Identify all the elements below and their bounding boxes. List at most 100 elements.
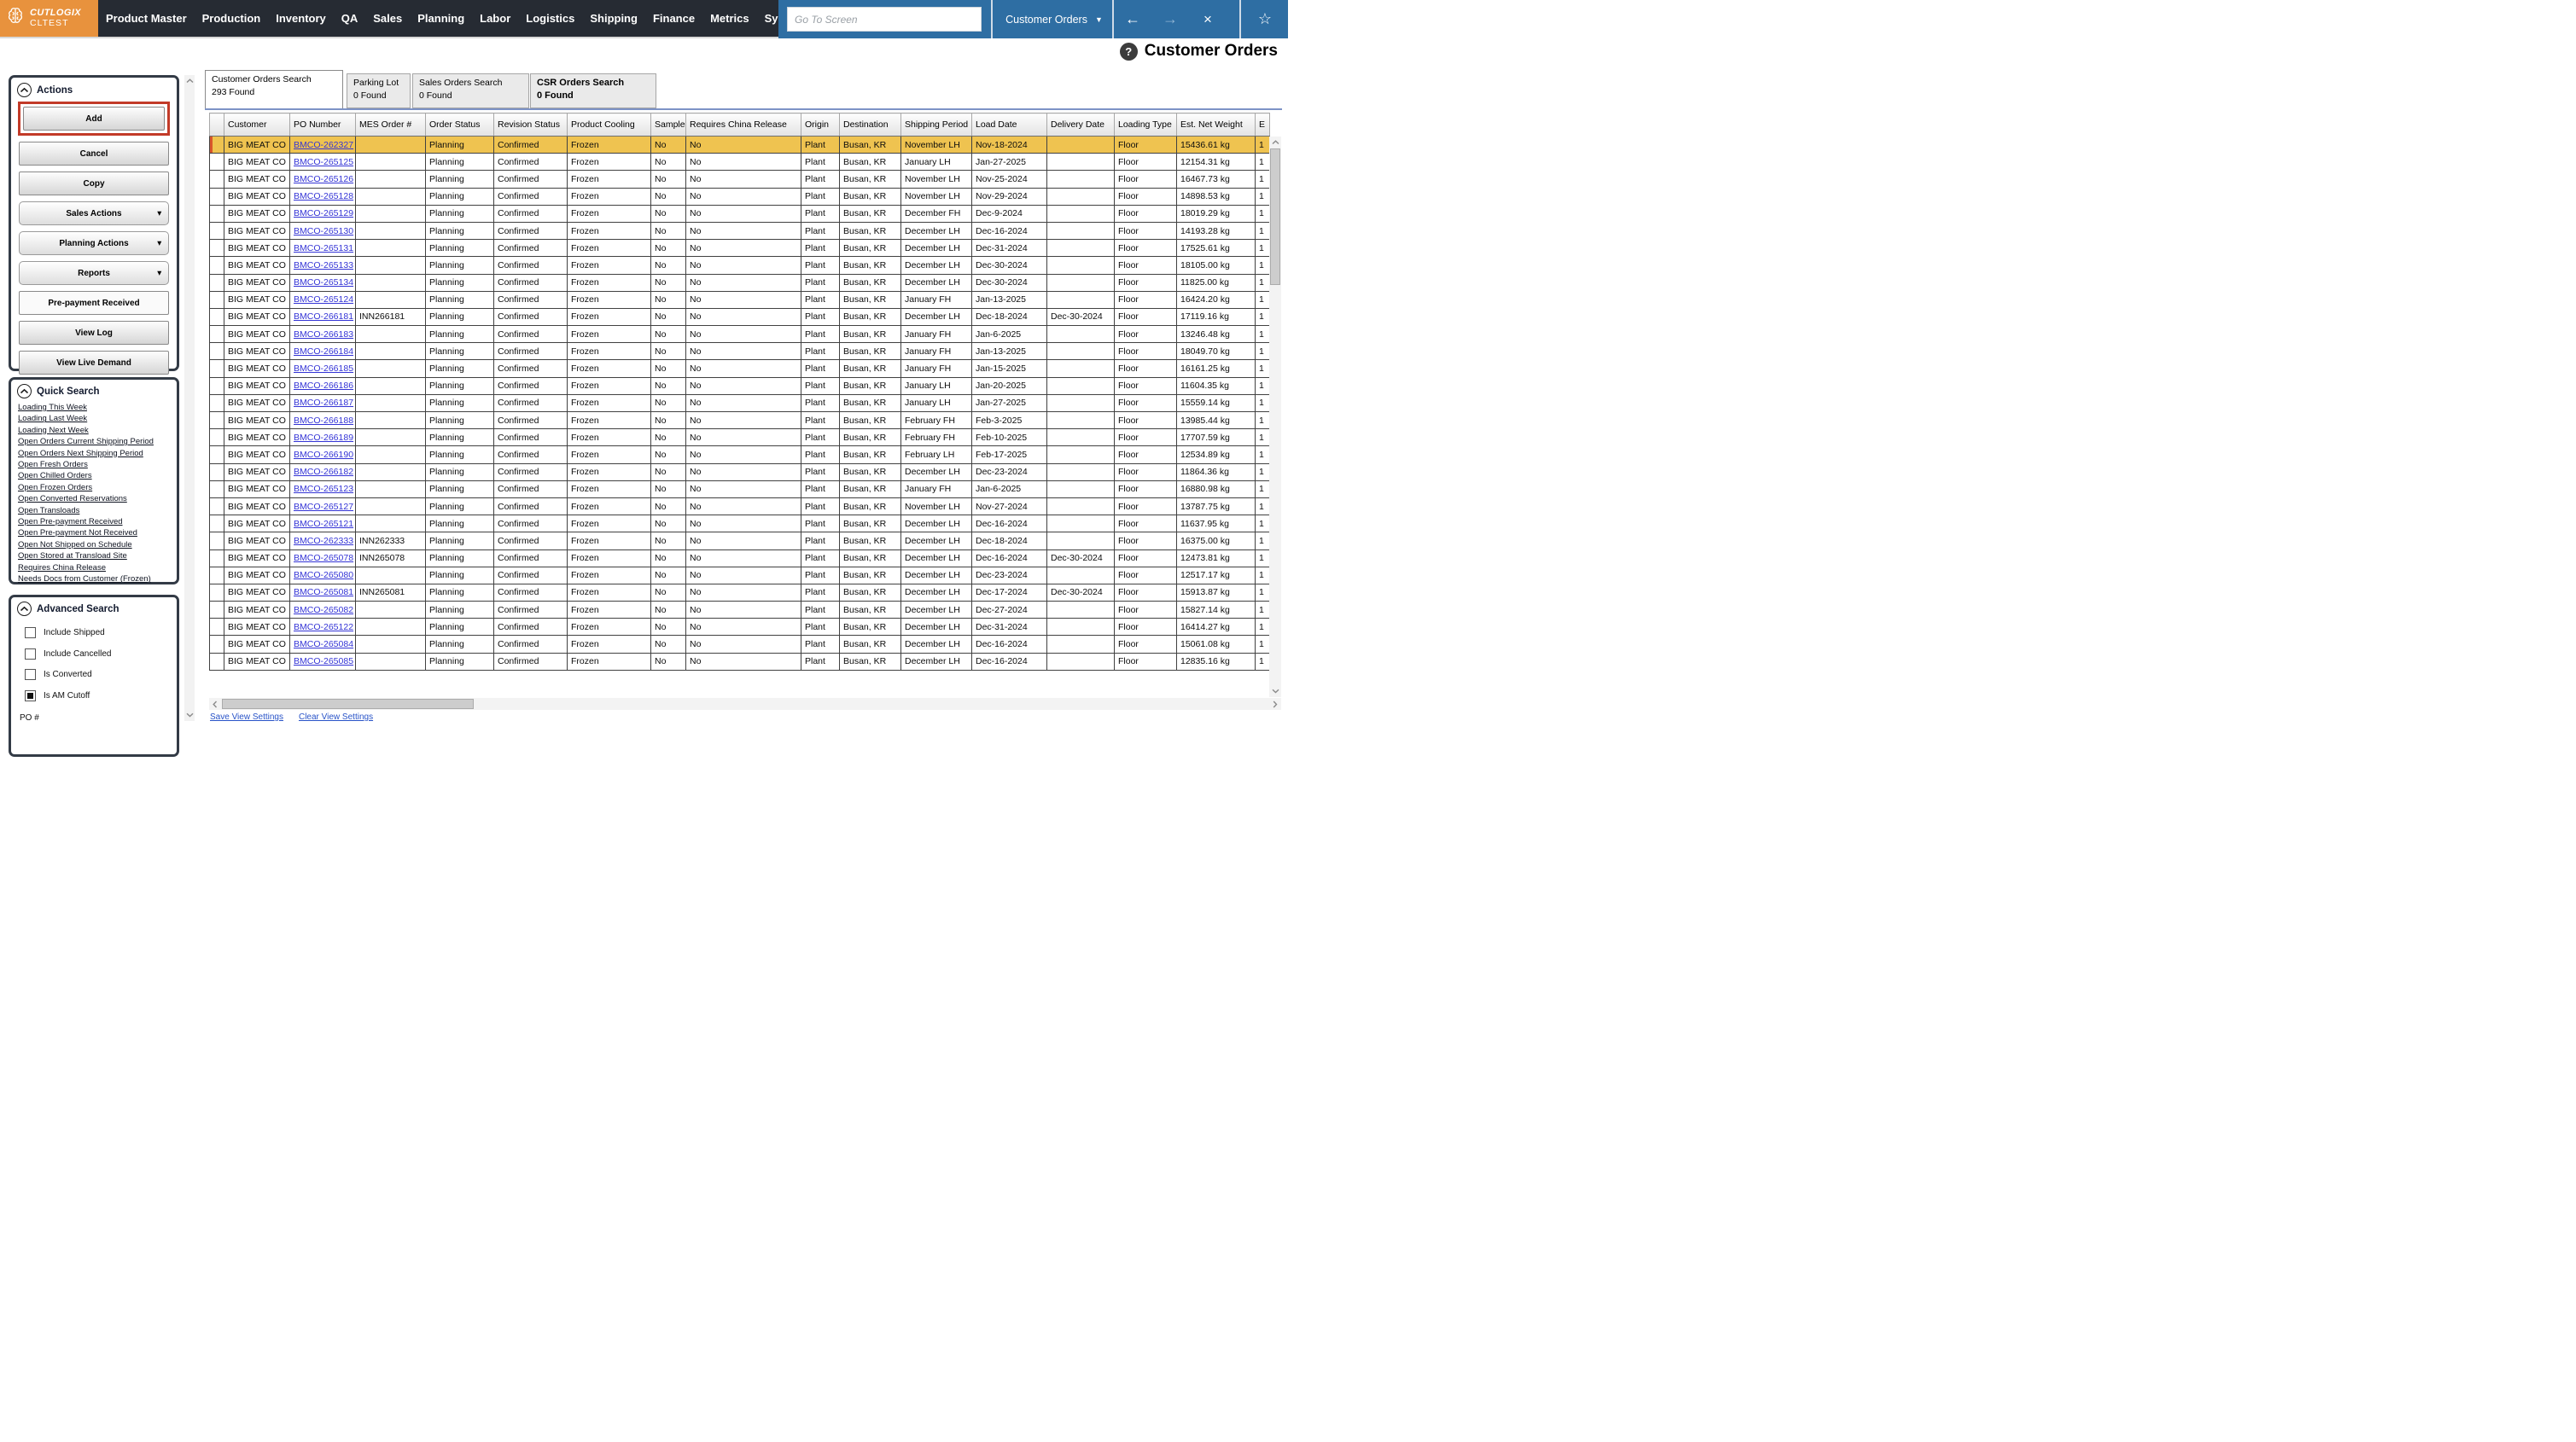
view-live-demand-button[interactable]: View Live Demand: [19, 351, 169, 375]
table-row[interactable]: BIG MEAT CO BMCO-266186 Planning Confirmed F…: [209, 376, 1270, 395]
po-number-link[interactable]: BMCO-265126: [294, 174, 353, 184]
table-row[interactable]: BIG MEAT CO BMCO-266187 Planning Confirmed F…: [209, 393, 1270, 413]
quick-search-link[interactable]: Loading Last Week: [18, 413, 177, 424]
scroll-down-icon[interactable]: [184, 710, 195, 720]
quick-search-link[interactable]: Needs Docs from Customer (Frozen): [18, 573, 177, 584]
table-row[interactable]: BIG MEAT CO BMCO-265126 Planning Confirmed F…: [209, 170, 1270, 189]
po-number-link[interactable]: BMCO-265124: [294, 294, 353, 305]
table-row[interactable]: BIG MEAT CO BMCO-265129 Planning Confirmed F…: [209, 204, 1270, 223]
menu-item-sales[interactable]: Sales: [365, 12, 410, 25]
column-header-revision-status[interactable]: Revision Status: [493, 113, 568, 137]
table-row[interactable]: BIG MEAT CO BMCO-265131 Planning Confirmed F…: [209, 239, 1270, 258]
row-selector-cell[interactable]: [209, 221, 224, 241]
table-row[interactable]: BIG MEAT CO BMCO-262333 INN262333 Planning C…: [209, 532, 1270, 550]
include-shipped-checkbox[interactable]: [25, 627, 36, 638]
row-selector-cell[interactable]: [209, 515, 224, 533]
row-selector-cell[interactable]: [209, 153, 224, 172]
back-arrow-icon[interactable]: ←: [1118, 0, 1147, 38]
row-selector-cell[interactable]: [209, 445, 224, 464]
row-selector-cell[interactable]: [209, 428, 224, 447]
column-header-delivery-date[interactable]: Delivery Date: [1046, 113, 1115, 137]
table-row[interactable]: BIG MEAT CO BMCO-266183 Planning Confirmed F…: [209, 325, 1270, 344]
scroll-down-icon[interactable]: [1270, 686, 1280, 696]
planning-actions-button[interactable]: Planning Actions ▾: [19, 231, 169, 255]
po-number-link[interactable]: BMCO-265129: [294, 208, 353, 218]
po-number-link[interactable]: BMCO-266187: [294, 398, 353, 408]
tab-sales-orders-search[interactable]: Sales Orders Search 0 Found: [412, 73, 529, 108]
scroll-up-icon[interactable]: [184, 76, 195, 86]
quick-search-link[interactable]: Open Frozen Orders: [18, 482, 177, 493]
tab-csr-orders-search[interactable]: CSR Orders Search 0 Found: [530, 73, 656, 108]
row-selector-cell[interactable]: [209, 480, 224, 498]
table-row[interactable]: BIG MEAT CO BMCO-265133 Planning Confirmed F…: [209, 256, 1270, 275]
sidebar-scrollbar[interactable]: [184, 75, 195, 721]
menu-item-labor[interactable]: Labor: [472, 12, 518, 25]
menu-item-production[interactable]: Production: [195, 12, 269, 25]
row-selector-cell[interactable]: [209, 652, 224, 671]
column-header-est-net-weight[interactable]: Est. Net Weight: [1176, 113, 1256, 137]
table-row[interactable]: BIG MEAT CO BMCO-265121 Planning Confirmed F…: [209, 515, 1270, 533]
menu-item-metrics[interactable]: Metrics: [702, 12, 757, 25]
table-row[interactable]: BIG MEAT CO BMCO-265125 Planning Confirmed F…: [209, 153, 1270, 172]
row-selector-cell[interactable]: [209, 239, 224, 258]
row-selector-cell[interactable]: [209, 256, 224, 275]
help-icon[interactable]: ?: [1119, 42, 1138, 61]
po-number-link[interactable]: BMCO-266181: [294, 311, 353, 322]
po-number-link[interactable]: BMCO-266186: [294, 381, 353, 391]
row-selector-cell[interactable]: [209, 204, 224, 223]
row-selector-cell[interactable]: [209, 290, 224, 309]
column-header-e[interactable]: E: [1255, 113, 1270, 137]
menu-item-shipping[interactable]: Shipping: [582, 12, 645, 25]
table-row[interactable]: BIG MEAT CO BMCO-265124 Planning Confirmed F…: [209, 290, 1270, 309]
quick-search-link[interactable]: Loading This Week: [18, 402, 177, 413]
table-row[interactable]: BIG MEAT CO BMCO-265078 INN265078 Planning C…: [209, 549, 1270, 567]
po-number-link[interactable]: BMCO-265125: [294, 157, 353, 167]
table-row[interactable]: BIG MEAT CO BMCO-265128 Planning Confirmed F…: [209, 187, 1270, 206]
row-selector-cell[interactable]: [209, 618, 224, 637]
menu-item-logistics[interactable]: Logistics: [518, 12, 582, 25]
column-header-load-date[interactable]: Load Date: [971, 113, 1047, 137]
column-header-requires-china-release[interactable]: Requires China Release: [685, 113, 801, 137]
table-row[interactable]: BIG MEAT CO BMCO-266190 Planning Confirmed F…: [209, 445, 1270, 464]
row-selector-cell[interactable]: [209, 273, 224, 292]
column-header-selector[interactable]: [209, 113, 224, 137]
po-number-link[interactable]: BMCO-265130: [294, 226, 353, 236]
quick-search-link[interactable]: Open Transloads: [18, 505, 177, 516]
po-number-link[interactable]: BMCO-265127: [294, 502, 353, 512]
po-number-link[interactable]: BMCO-266185: [294, 363, 353, 374]
go-to-screen-input[interactable]: [787, 7, 982, 32]
quick-search-link[interactable]: Open Pre-payment Received: [18, 516, 177, 527]
po-number-link[interactable]: BMCO-265122: [294, 622, 353, 632]
menu-item-finance[interactable]: Finance: [645, 12, 702, 25]
column-header-order-status[interactable]: Order Status: [425, 113, 494, 137]
po-number-link[interactable]: BMCO-265133: [294, 260, 353, 270]
po-number-link[interactable]: BMCO-266190: [294, 450, 353, 460]
po-number-link[interactable]: BMCO-266189: [294, 433, 353, 443]
po-number-link[interactable]: BMCO-265078: [294, 553, 353, 563]
po-number-link[interactable]: BMCO-265082: [294, 605, 353, 615]
scroll-right-icon[interactable]: [1269, 698, 1281, 710]
row-selector-cell[interactable]: [209, 376, 224, 395]
table-row[interactable]: BIG MEAT CO BMCO-266182 Planning Confirmed F…: [209, 462, 1270, 481]
scroll-left-icon[interactable]: [209, 698, 221, 710]
collapse-chevron-icon[interactable]: [17, 602, 32, 616]
row-selector-cell[interactable]: [209, 549, 224, 567]
po-number-link[interactable]: BMCO-266183: [294, 329, 353, 340]
column-header-sample[interactable]: Sample: [650, 113, 686, 137]
quick-search-link[interactable]: Open Orders Next Shipping Period: [18, 448, 177, 459]
column-header-shipping-period[interactable]: Shipping Period: [900, 113, 972, 137]
table-row[interactable]: BIG MEAT CO BMCO-265122 Planning Confirmed F…: [209, 618, 1270, 637]
po-number-link[interactable]: BMCO-266182: [294, 467, 353, 477]
favorite-star-icon[interactable]: ☆: [1248, 0, 1282, 38]
pre-payment-received-button[interactable]: Pre-payment Received: [19, 291, 169, 315]
quick-search-link[interactable]: Requires China Release: [18, 562, 177, 573]
copy-button[interactable]: Copy: [19, 172, 169, 195]
table-row[interactable]: BIG MEAT CO BMCO-266185 Planning Confirmed F…: [209, 359, 1270, 378]
table-horizontal-scrollbar[interactable]: [209, 698, 1281, 710]
row-selector-cell[interactable]: [209, 325, 224, 344]
po-number-link[interactable]: BMCO-265080: [294, 570, 353, 580]
include-cancelled-checkbox[interactable]: [25, 648, 36, 660]
row-selector-cell[interactable]: [209, 135, 224, 154]
menu-item-product-master[interactable]: Product Master: [98, 12, 195, 25]
po-number-link[interactable]: BMCO-266188: [294, 416, 353, 426]
